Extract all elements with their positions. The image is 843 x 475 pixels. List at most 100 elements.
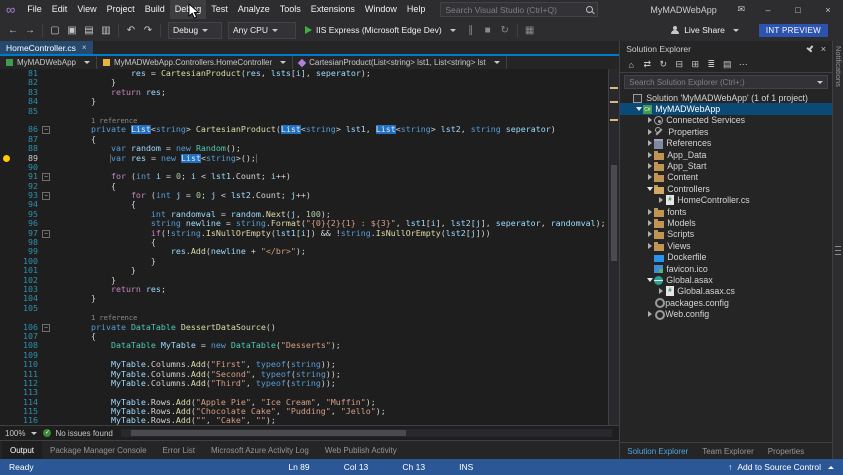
tab-close-icon[interactable]: ×: [82, 43, 87, 52]
tree-item-packages-config[interactable]: packages.config: [620, 297, 832, 308]
expander-right-icon[interactable]: [645, 163, 654, 169]
tree-item-fonts[interactable]: fonts: [620, 206, 832, 217]
sync-active-document-icon[interactable]: ⇄: [640, 58, 654, 71]
scrollbar-thumb[interactable]: [611, 165, 617, 261]
menu-extensions[interactable]: Extensions: [306, 0, 360, 19]
properties-icon[interactable]: ≣: [704, 58, 718, 71]
tree-item-references[interactable]: References: [620, 138, 832, 149]
menu-help[interactable]: Help: [402, 0, 431, 19]
switch-views-icon[interactable]: ⌂: [624, 58, 638, 71]
tree-item-scripts[interactable]: Scripts: [620, 229, 832, 240]
minimize-button[interactable]: –: [753, 0, 783, 19]
menu-window[interactable]: Window: [360, 0, 402, 19]
fold-marker-icon[interactable]: −: [42, 230, 50, 238]
more-options-icon[interactable]: ⋯: [736, 58, 750, 71]
close-button[interactable]: ×: [813, 0, 843, 19]
menu-test[interactable]: Test: [206, 0, 233, 19]
breadcrumb-project-dropdown[interactable]: MyMADWebApp: [0, 56, 97, 69]
expander-right-icon[interactable]: [645, 231, 654, 237]
breadcrumb-type-dropdown[interactable]: MyMADWebApp.Controllers.HomeController: [97, 56, 293, 69]
tree-item-properties[interactable]: Properties: [620, 126, 832, 137]
solution-platforms-dropdown[interactable]: Any CPU: [228, 22, 296, 39]
test-explorer-icon[interactable]: ▦: [522, 22, 538, 38]
menu-tools[interactable]: Tools: [275, 0, 306, 19]
code-lines[interactable]: 81 res = CartesianProduct(res, lsts[i], …: [0, 69, 608, 425]
expander-right-icon[interactable]: [645, 220, 654, 226]
codelens-references[interactable]: 1 reference: [91, 314, 137, 322]
fold-marker-icon[interactable]: −: [42, 173, 50, 181]
expander-right-icon[interactable]: [645, 311, 654, 317]
collapse-all-icon[interactable]: ⊟: [672, 58, 686, 71]
expander-right-icon[interactable]: [645, 209, 654, 215]
fold-marker-icon[interactable]: −: [42, 126, 50, 134]
save-all-icon[interactable]: ▥: [98, 22, 114, 38]
expander-down-icon[interactable]: [645, 187, 654, 191]
menu-debug[interactable]: Debug: [170, 0, 207, 19]
panel-tab-web-publish-activity[interactable]: Web Publish Activity: [317, 441, 405, 459]
tree-item-favicon-ico[interactable]: favicon.ico: [620, 263, 832, 274]
fold-marker-icon[interactable]: −: [42, 192, 50, 200]
maximize-button[interactable]: □: [783, 0, 813, 19]
panel-tab-package-manager-console[interactable]: Package Manager Console: [42, 441, 155, 459]
menu-edit[interactable]: Edit: [47, 0, 73, 19]
tree-item-views[interactable]: Views: [620, 240, 832, 251]
tree-item-global-asax-cs[interactable]: Global.asax.cs: [620, 286, 832, 297]
tool-tab-properties[interactable]: Properties: [761, 447, 811, 456]
expander-right-icon[interactable]: [645, 140, 654, 146]
show-all-files-icon[interactable]: ⊞: [688, 58, 702, 71]
scrollbar-thumb[interactable]: [131, 430, 406, 436]
tree-item-controllers[interactable]: Controllers: [620, 183, 832, 194]
solution-configurations-dropdown[interactable]: Debug: [168, 22, 222, 39]
tree-item-connected-services[interactable]: Connected Services: [620, 115, 832, 126]
nav-back-icon[interactable]: ←: [5, 22, 21, 38]
open-file-icon[interactable]: ▣: [64, 22, 80, 38]
expander-right-icon[interactable]: [645, 152, 654, 158]
lightbulb-icon[interactable]: [3, 155, 10, 162]
send-feedback-icon[interactable]: ✉: [729, 4, 753, 15]
expander-right-icon[interactable]: [645, 174, 654, 180]
tree-item-homecontroller-cs[interactable]: HomeController.cs: [620, 195, 832, 206]
panel-tab-error-list[interactable]: Error List: [155, 441, 203, 459]
nav-forward-icon[interactable]: →: [22, 22, 38, 38]
tree-item-dockerfile[interactable]: Dockerfile: [620, 251, 832, 262]
code-health-indicator[interactable]: ✓ No issues found: [43, 429, 112, 438]
redo-icon[interactable]: ↷: [140, 22, 156, 38]
vertical-scrollbar[interactable]: [608, 69, 619, 425]
save-icon[interactable]: ▤: [81, 22, 97, 38]
tree-item-app-data[interactable]: App_Data: [620, 149, 832, 160]
menu-build[interactable]: Build: [140, 0, 170, 19]
breadcrumb-member-dropdown[interactable]: CartesianProduct(List<string> lst1, List…: [293, 56, 507, 69]
quick-search-input[interactable]: Search Visual Studio (Ctrl+Q): [440, 2, 598, 17]
horizontal-scrollbar[interactable]: [121, 429, 612, 437]
panel-tab-output[interactable]: Output: [2, 441, 42, 459]
tree-item-mymadwebapp[interactable]: MyMADWebApp: [620, 103, 832, 114]
new-file-icon[interactable]: ▢: [47, 22, 63, 38]
menu-view[interactable]: View: [72, 0, 101, 19]
live-share-button[interactable]: Live Share: [667, 25, 743, 35]
view-code-icon[interactable]: ▤: [720, 58, 734, 71]
solution-search-input[interactable]: Search Solution Explorer (Ctrl+;): [624, 75, 828, 89]
expander-down-icon[interactable]: [634, 107, 643, 111]
close-icon[interactable]: ×: [821, 44, 826, 54]
fold-marker-icon[interactable]: −: [42, 324, 50, 332]
tool-tab-team-explorer[interactable]: Team Explorer: [695, 447, 761, 456]
tab-homecontroller-cs[interactable]: HomeController.cs ×: [0, 41, 93, 54]
code-editor[interactable]: 81 res = CartesianProduct(res, lsts[i], …: [0, 69, 619, 425]
menu-analyze[interactable]: Analyze: [233, 0, 275, 19]
expander-down-icon[interactable]: [645, 278, 654, 282]
zoom-control[interactable]: 100%: [5, 429, 37, 438]
tool-tab-solution-explorer[interactable]: Solution Explorer: [620, 447, 695, 456]
start-debugging-button[interactable]: IIS Express (Microsoft Edge Dev): [300, 21, 461, 39]
undo-icon[interactable]: ↶: [123, 22, 139, 38]
tree-item-global-asax[interactable]: Global.asax: [620, 274, 832, 285]
expander-right-icon[interactable]: [645, 243, 654, 249]
stop-debugging-icon[interactable]: ■: [480, 22, 496, 38]
tree-item-content[interactable]: Content: [620, 172, 832, 183]
tree-item-solution-mymadwebapp-1-of-1-project[interactable]: Solution 'MyMADWebApp' (1 of 1 project): [620, 92, 832, 103]
break-all-icon[interactable]: ∥: [463, 22, 479, 38]
panel-tab-microsoft-azure-activity-log[interactable]: Microsoft Azure Activity Log: [203, 441, 317, 459]
menu-file[interactable]: File: [22, 0, 47, 19]
tree-item-models[interactable]: Models: [620, 217, 832, 228]
menu-project[interactable]: Project: [102, 0, 140, 19]
expander-right-icon[interactable]: [645, 129, 654, 135]
